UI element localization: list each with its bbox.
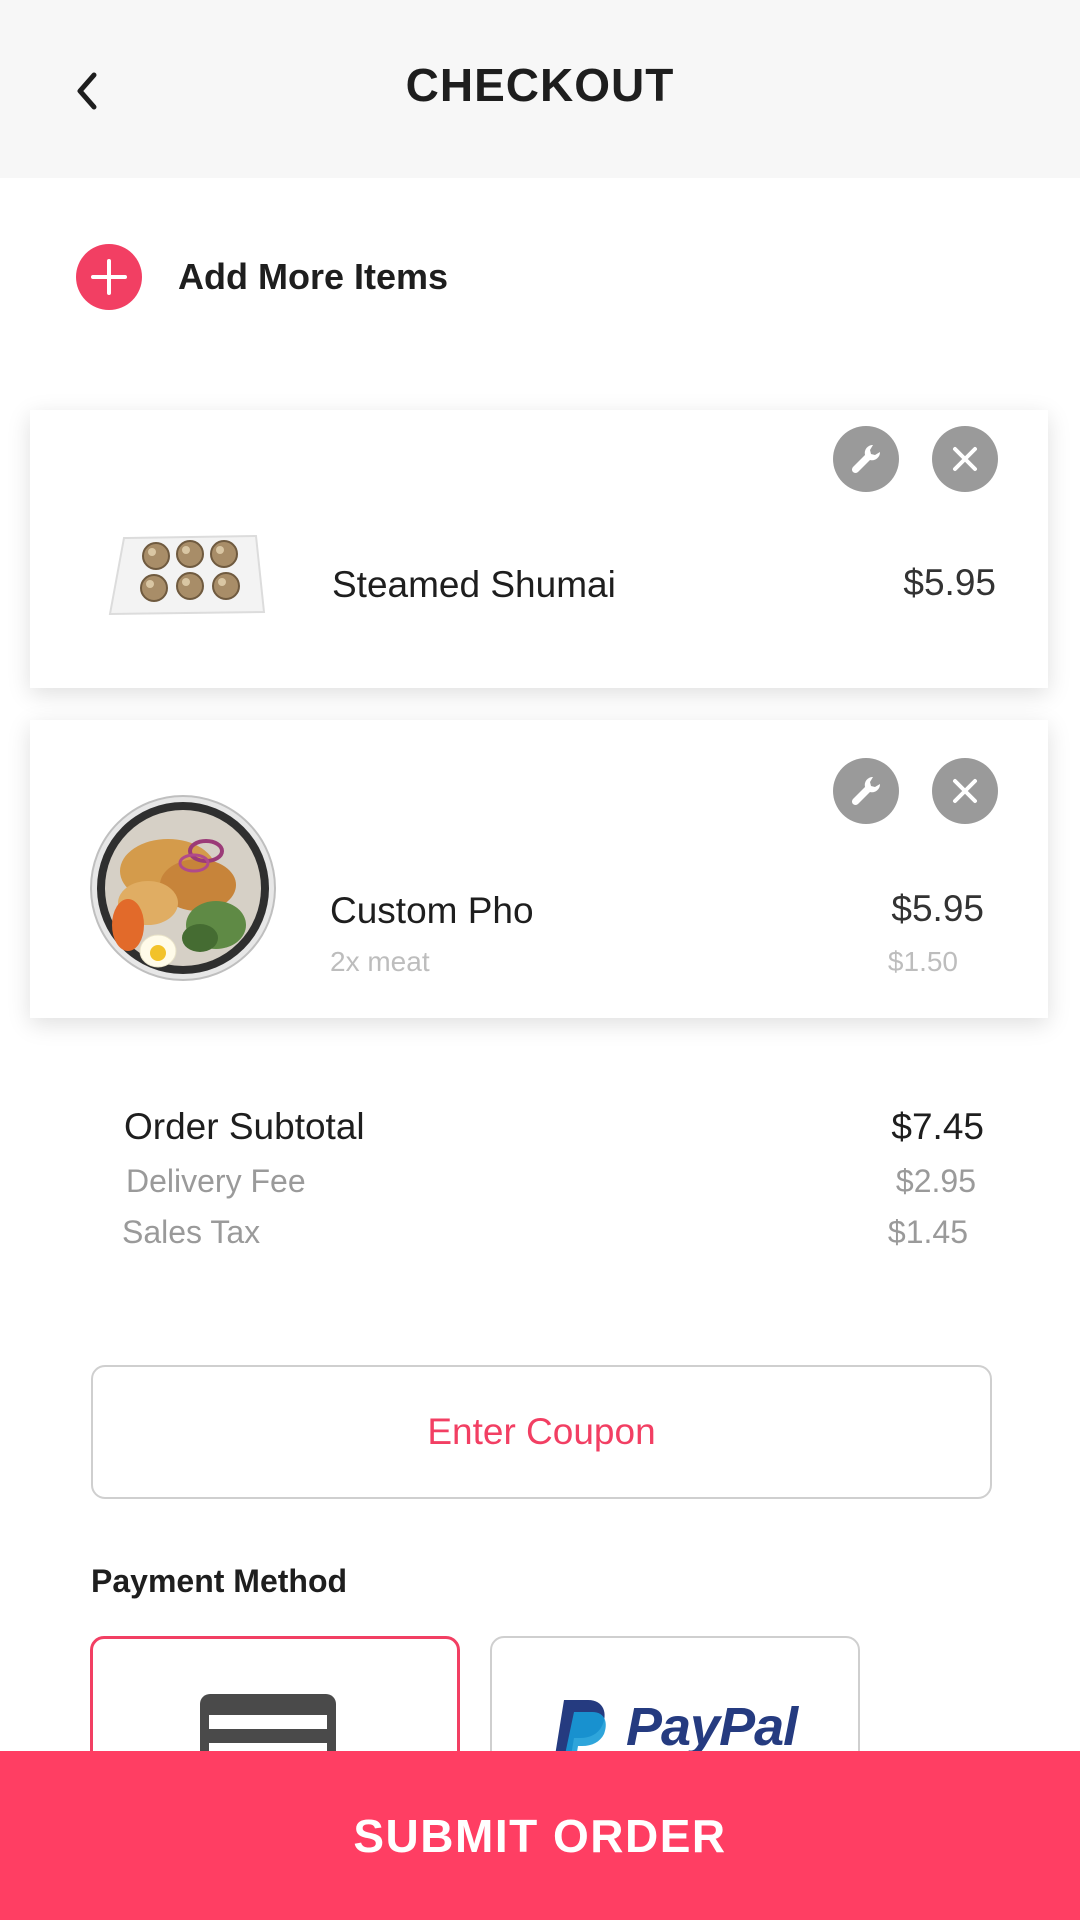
subtotal-row: Order Subtotal $7.45: [124, 1106, 984, 1150]
delivery-fee-row: Delivery Fee $2.95: [124, 1163, 984, 1203]
sales-tax-value: $1.45: [887, 1214, 968, 1250]
subtotal-label: Order Subtotal: [124, 1106, 365, 1147]
delivery-fee-label: Delivery Fee: [126, 1163, 306, 1199]
item-price: $5.95: [891, 888, 984, 929]
item-modifier-price: $1.50: [887, 946, 958, 977]
paypal-logo-text: PayPal: [626, 1697, 798, 1757]
plus-icon: [76, 244, 142, 310]
remove-item-button[interactable]: [932, 426, 998, 492]
item-price: $5.95: [903, 562, 996, 603]
item-name: Steamed Shumai: [332, 564, 616, 605]
close-icon: [953, 779, 977, 803]
page-title: CHECKOUT: [405, 59, 675, 111]
subtotal-value: $7.45: [891, 1106, 984, 1147]
submit-order-button[interactable]: SUBMIT ORDER: [0, 1751, 1080, 1920]
wrench-icon: [851, 444, 881, 474]
close-icon: [953, 447, 977, 471]
delivery-fee-value: $2.95: [895, 1163, 976, 1199]
shumai-image: [108, 534, 266, 616]
pho-bowl-image: [90, 795, 276, 981]
item-name: Custom Pho: [330, 890, 534, 931]
edit-item-button[interactable]: [833, 426, 899, 492]
add-more-items-button[interactable]: Add More Items: [76, 243, 448, 311]
enter-coupon-button[interactable]: Enter Coupon: [91, 1365, 992, 1499]
cart-item: Steamed Shumai $5.95: [30, 410, 1048, 688]
wrench-icon: [851, 776, 881, 806]
edit-item-button[interactable]: [833, 758, 899, 824]
cart-item: Custom Pho $5.95 2x meat $1.50: [30, 720, 1048, 1018]
item-modifier: 2x meat: [330, 946, 430, 977]
sales-tax-row: Sales Tax $1.45: [122, 1214, 984, 1254]
remove-item-button[interactable]: [932, 758, 998, 824]
payment-method-label: Payment Method: [91, 1563, 348, 1599]
header: CHECKOUT: [0, 0, 1080, 178]
add-more-items-label: Add More Items: [178, 256, 449, 297]
sales-tax-label: Sales Tax: [122, 1214, 261, 1250]
